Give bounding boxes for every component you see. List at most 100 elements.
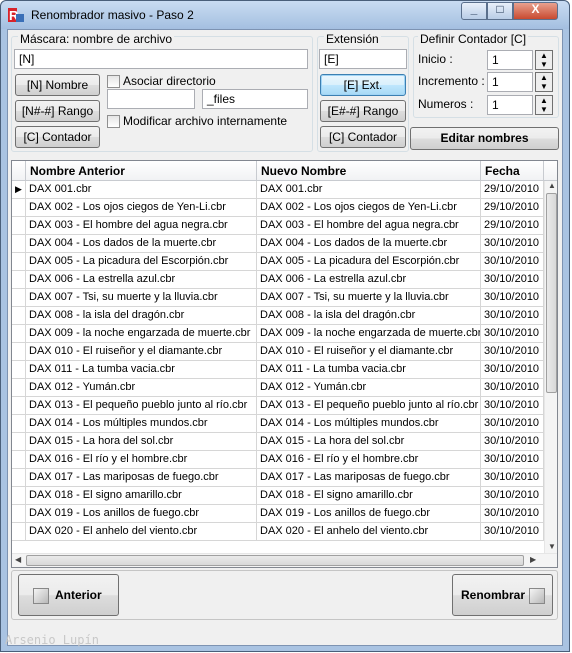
cell-old-name[interactable]: DAX 020 - El anhelo del viento.cbr xyxy=(26,523,257,541)
counter-increment-spinner[interactable]: ▲ ▼ xyxy=(535,72,553,92)
cell-old-name[interactable]: DAX 011 - La tumba vacia.cbr xyxy=(26,361,257,379)
table-row[interactable]: DAX 005 - La picadura del Escorpión.cbr D… xyxy=(12,253,544,271)
scroll-down-icon[interactable]: ▼ xyxy=(548,542,556,551)
cell-old-name[interactable]: DAX 015 - La hora del sol.cbr xyxy=(26,433,257,451)
minimize-button[interactable]: _ xyxy=(461,2,487,20)
table-row[interactable]: DAX 010 - El ruiseñor y el diamante.cbr D… xyxy=(12,343,544,361)
cell-date[interactable]: 30/10/2010 xyxy=(481,487,544,505)
cell-new-name[interactable]: DAX 014 - Los múltiples mundos.cbr xyxy=(257,415,481,433)
cell-date[interactable]: 30/10/2010 xyxy=(481,325,544,343)
mask-range-button[interactable]: [N#-#] Rango xyxy=(15,100,100,122)
cell-date[interactable]: 30/10/2010 xyxy=(481,361,544,379)
cell-new-name[interactable]: DAX 015 - La hora del sol.cbr xyxy=(257,433,481,451)
mask-input[interactable]: [N] xyxy=(14,49,308,69)
cell-old-name[interactable]: DAX 019 - Los anillos de fuego.cbr xyxy=(26,505,257,523)
table-row[interactable]: DAX 018 - El signo amarillo.cbr DAX 018 -… xyxy=(12,487,544,505)
table-row[interactable]: DAX 017 - Las mariposas de fuego.cbr DAX … xyxy=(12,469,544,487)
cell-date[interactable]: 30/10/2010 xyxy=(481,307,544,325)
counter-numbers-spinner[interactable]: ▲ ▼ xyxy=(535,95,553,115)
cell-new-name[interactable]: DAX 018 - El signo amarillo.cbr xyxy=(257,487,481,505)
previous-button[interactable]: Anterior xyxy=(18,574,119,616)
cell-old-name[interactable]: DAX 012 - Yumán.cbr xyxy=(26,379,257,397)
cell-new-name[interactable]: DAX 008 - la isla del dragón.cbr xyxy=(257,307,481,325)
cell-date[interactable]: 30/10/2010 xyxy=(481,433,544,451)
table-row[interactable]: ▶ DAX 001.cbr DAX 001.cbr 29/10/2010 xyxy=(12,181,544,199)
cell-new-name[interactable]: DAX 005 - La picadura del Escorpión.cbr xyxy=(257,253,481,271)
cell-new-name[interactable]: DAX 019 - Los anillos de fuego.cbr xyxy=(257,505,481,523)
counter-start-input[interactable]: 1 xyxy=(487,50,533,70)
dir-field-left[interactable] xyxy=(107,89,195,109)
cell-date[interactable]: 30/10/2010 xyxy=(481,505,544,523)
cell-old-name[interactable]: DAX 017 - Las mariposas de fuego.cbr xyxy=(26,469,257,487)
cell-date[interactable]: 30/10/2010 xyxy=(481,253,544,271)
cell-new-name[interactable]: DAX 012 - Yumán.cbr xyxy=(257,379,481,397)
horizontal-scrollbar[interactable]: ◀ ▶ xyxy=(12,553,557,567)
dir-field-right[interactable]: _files xyxy=(202,89,308,109)
title-bar[interactable]: R Renombrador masivo - Paso 2 _ □ X xyxy=(1,1,569,29)
scroll-right-icon[interactable]: ▶ xyxy=(530,555,536,564)
cell-old-name[interactable]: DAX 002 - Los ojos ciegos de Yen-Li.cbr xyxy=(26,199,257,217)
cell-new-name[interactable]: DAX 006 - La estrella azul.cbr xyxy=(257,271,481,289)
scroll-left-icon[interactable]: ◀ xyxy=(15,555,21,564)
cell-date[interactable]: 30/10/2010 xyxy=(481,289,544,307)
cell-old-name[interactable]: DAX 003 - El hombre del agua negra.cbr xyxy=(26,217,257,235)
maximize-button[interactable]: □ xyxy=(487,2,513,20)
table-row[interactable]: DAX 004 - Los dados de la muerte.cbr DAX … xyxy=(12,235,544,253)
column-header-new-name[interactable]: Nuevo Nombre xyxy=(257,161,481,181)
table-row[interactable]: DAX 014 - Los múltiples mundos.cbr DAX 01… xyxy=(12,415,544,433)
cell-new-name[interactable]: DAX 009 - la noche engarzada de muerte.c… xyxy=(257,325,481,343)
table-row[interactable]: DAX 019 - Los anillos de fuego.cbr DAX 01… xyxy=(12,505,544,523)
associate-dir-checkbox[interactable] xyxy=(107,75,120,88)
cell-old-name[interactable]: DAX 013 - El pequeño pueblo junto al río… xyxy=(26,397,257,415)
table-row[interactable]: DAX 009 - la noche engarzada de muerte.c… xyxy=(12,325,544,343)
table-row[interactable]: DAX 011 - La tumba vacia.cbr DAX 011 - La… xyxy=(12,361,544,379)
table-row[interactable]: DAX 020 - El anhelo del viento.cbr DAX 02… xyxy=(12,523,544,541)
cell-new-name[interactable]: DAX 001.cbr xyxy=(257,181,481,199)
cell-new-name[interactable]: DAX 003 - El hombre del agua negra.cbr xyxy=(257,217,481,235)
modify-internal-checkbox[interactable] xyxy=(107,115,120,128)
vertical-scrollbar[interactable]: ▲ ▼ xyxy=(544,181,557,553)
vertical-scroll-thumb[interactable] xyxy=(546,193,557,393)
table-row[interactable]: DAX 008 - la isla del dragón.cbr DAX 008 … xyxy=(12,307,544,325)
cell-new-name[interactable]: DAX 020 - El anhelo del viento.cbr xyxy=(257,523,481,541)
cell-date[interactable]: 29/10/2010 xyxy=(481,199,544,217)
table-row[interactable]: DAX 006 - La estrella azul.cbr DAX 006 - … xyxy=(12,271,544,289)
cell-old-name[interactable]: DAX 004 - Los dados de la muerte.cbr xyxy=(26,235,257,253)
cell-new-name[interactable]: DAX 011 - La tumba vacia.cbr xyxy=(257,361,481,379)
cell-date[interactable]: 29/10/2010 xyxy=(481,181,544,199)
cell-new-name[interactable]: DAX 017 - Las mariposas de fuego.cbr xyxy=(257,469,481,487)
cell-date[interactable]: 30/10/2010 xyxy=(481,469,544,487)
cell-date[interactable]: 30/10/2010 xyxy=(481,343,544,361)
cell-old-name[interactable]: DAX 007 - Tsi, su muerte y la lluvia.cbr xyxy=(26,289,257,307)
horizontal-scroll-thumb[interactable] xyxy=(26,555,524,566)
scroll-up-icon[interactable]: ▲ xyxy=(548,181,556,190)
cell-old-name[interactable]: DAX 005 - La picadura del Escorpión.cbr xyxy=(26,253,257,271)
cell-date[interactable]: 30/10/2010 xyxy=(481,379,544,397)
column-header-old-name[interactable]: Nombre Anterior xyxy=(26,161,257,181)
table-row[interactable]: DAX 015 - La hora del sol.cbr DAX 015 - L… xyxy=(12,433,544,451)
extension-input[interactable]: [E] xyxy=(319,49,407,69)
files-table[interactable]: Nombre Anterior Nuevo Nombre Fecha ▶ DAX … xyxy=(11,160,558,568)
cell-old-name[interactable]: DAX 016 - El río y el hombre.cbr xyxy=(26,451,257,469)
cell-new-name[interactable]: DAX 013 - El pequeño pueblo junto al río… xyxy=(257,397,481,415)
mask-name-button[interactable]: [N] Nombre xyxy=(15,74,100,96)
cell-old-name[interactable]: DAX 008 - la isla del dragón.cbr xyxy=(26,307,257,325)
extension-counter-button[interactable]: [C] Contador xyxy=(320,126,406,148)
cell-new-name[interactable]: DAX 016 - El río y el hombre.cbr xyxy=(257,451,481,469)
counter-numbers-input[interactable]: 1 xyxy=(487,95,533,115)
cell-new-name[interactable]: DAX 002 - Los ojos ciegos de Yen-Li.cbr xyxy=(257,199,481,217)
counter-start-spinner[interactable]: ▲ ▼ xyxy=(535,50,553,70)
extension-ext-button[interactable]: [E] Ext. xyxy=(320,74,406,96)
cell-date[interactable]: 30/10/2010 xyxy=(481,271,544,289)
cell-date[interactable]: 29/10/2010 xyxy=(481,217,544,235)
table-row[interactable]: DAX 016 - El río y el hombre.cbr DAX 016 … xyxy=(12,451,544,469)
table-row[interactable]: DAX 002 - Los ojos ciegos de Yen-Li.cbr D… xyxy=(12,199,544,217)
cell-old-name[interactable]: DAX 001.cbr xyxy=(26,181,257,199)
cell-old-name[interactable]: DAX 018 - El signo amarillo.cbr xyxy=(26,487,257,505)
table-row[interactable]: DAX 007 - Tsi, su muerte y la lluvia.cbr… xyxy=(12,289,544,307)
table-row[interactable]: DAX 012 - Yumán.cbr DAX 012 - Yumán.cbr 30… xyxy=(12,379,544,397)
cell-new-name[interactable]: DAX 004 - Los dados de la muerte.cbr xyxy=(257,235,481,253)
extension-range-button[interactable]: [E#-#] Rango xyxy=(320,100,406,122)
close-button[interactable]: X xyxy=(513,2,558,20)
cell-old-name[interactable]: DAX 009 - la noche engarzada de muerte.c… xyxy=(26,325,257,343)
